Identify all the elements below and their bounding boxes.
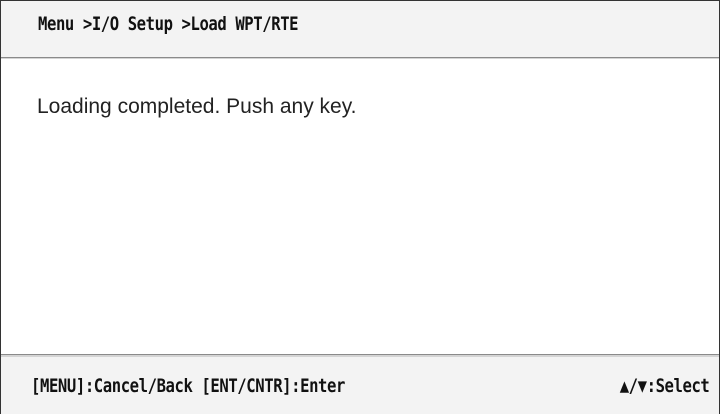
- key-hint-cancel-enter: [MENU]:Cancel/Back [ENT/CNTR]:Enter: [31, 375, 345, 397]
- breadcrumb: Menu >I/O Setup >Load WPT/RTE: [38, 13, 299, 35]
- menu-header: Menu >I/O Setup >Load WPT/RTE: [1, 1, 719, 58]
- menu-screen: Menu >I/O Setup >Load WPT/RTE Loading co…: [0, 0, 720, 414]
- key-hint-bar: [MENU]:Cancel/Back [ENT/CNTR]:Enter ▲/▼:…: [1, 354, 719, 414]
- content-area: Loading completed. Push any key.: [1, 59, 719, 352]
- key-hint-select: ▲/▼:Select: [619, 375, 709, 397]
- status-message: Loading completed. Push any key.: [37, 95, 357, 118]
